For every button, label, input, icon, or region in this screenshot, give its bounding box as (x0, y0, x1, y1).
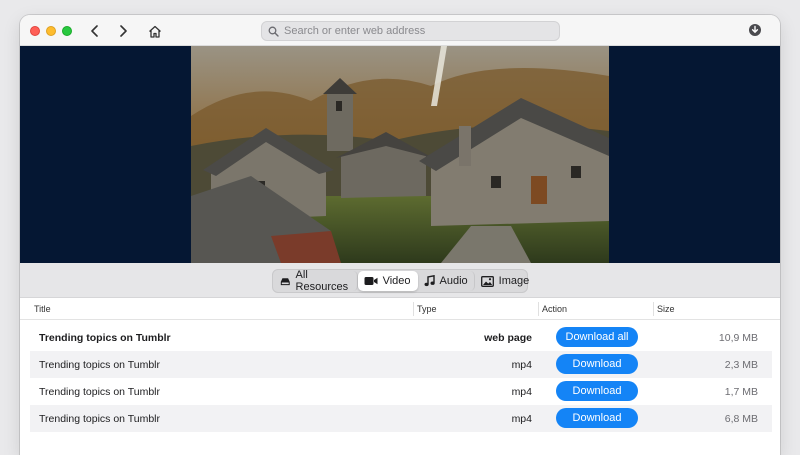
media-preview (20, 46, 780, 263)
column-header-title[interactable]: Title (34, 304, 51, 314)
row-title: Trending topics on Tumblr (39, 413, 161, 425)
preview-image[interactable] (191, 46, 609, 263)
hard-drive-icon (280, 277, 290, 285)
resource-filter-bar: All Resources Video Audio Image (20, 263, 780, 298)
column-divider[interactable] (653, 302, 654, 316)
download-all-button[interactable]: Download all (556, 327, 638, 347)
table-row[interactable]: Trending topics on Tumblr mp4 Download 2… (30, 351, 772, 378)
resource-type-segmented-control: All Resources Video Audio Image (272, 269, 529, 293)
column-header-type[interactable]: Type (417, 304, 437, 314)
back-button[interactable] (85, 21, 105, 41)
tab-audio[interactable]: Audio (418, 271, 475, 291)
address-input[interactable] (284, 25, 544, 37)
tab-video-label: Video (382, 275, 411, 287)
village-photo (191, 46, 609, 263)
column-divider[interactable] (538, 302, 539, 316)
row-size: 10,9 MB (718, 332, 758, 344)
minimize-window-button[interactable] (46, 26, 56, 36)
table-row[interactable]: Trending topics on Tumblr mp4 Download 1… (30, 378, 772, 405)
forward-button[interactable] (113, 21, 133, 41)
video-camera-icon (364, 277, 378, 285)
column-header-action[interactable]: Action (542, 304, 567, 314)
row-size: 1,7 MB (724, 386, 758, 398)
download-button[interactable]: Download (556, 408, 638, 428)
table-row[interactable]: Trending topics on Tumblr web page Downl… (30, 324, 772, 351)
table-row[interactable]: Trending topics on Tumblr mp4 Download 6… (30, 405, 772, 432)
row-type: mp4 (511, 413, 532, 425)
table-header: Title Type Action Size (20, 298, 780, 320)
tab-all-resources-label: All Resources (295, 269, 349, 293)
music-note-icon (424, 275, 435, 287)
tab-image-label: Image (498, 275, 530, 287)
home-button[interactable] (145, 21, 165, 41)
close-window-button[interactable] (30, 26, 40, 36)
toolbar (20, 15, 780, 46)
downloads-button[interactable] (748, 23, 764, 39)
chevron-right-icon (120, 25, 127, 37)
browser-window: All Resources Video Audio Image Title Ty… (20, 15, 780, 455)
row-title: Trending topics on Tumblr (39, 359, 161, 371)
row-size: 2,3 MB (724, 359, 758, 371)
chevron-left-icon (91, 25, 98, 37)
row-type: web page (484, 332, 532, 344)
tab-video[interactable]: Video (357, 271, 418, 291)
download-circle-icon (749, 24, 761, 36)
tab-all-resources[interactable]: All Resources (274, 269, 358, 293)
tab-image[interactable]: Image (475, 271, 536, 291)
tab-audio-label: Audio (439, 275, 468, 287)
address-bar[interactable] (261, 21, 560, 41)
row-type: mp4 (511, 359, 532, 371)
row-title: Trending topics on Tumblr (39, 386, 161, 398)
resource-list: Trending topics on Tumblr web page Downl… (30, 324, 772, 432)
row-type: mp4 (511, 386, 532, 398)
download-button[interactable]: Download (556, 354, 638, 374)
column-divider[interactable] (413, 302, 414, 316)
row-size: 6,8 MB (724, 413, 758, 425)
magnifier-icon (268, 26, 279, 37)
row-title: Trending topics on Tumblr (39, 332, 171, 344)
home-icon (149, 25, 161, 38)
maximize-window-button[interactable] (62, 26, 72, 36)
photo-icon (480, 275, 494, 287)
download-button[interactable]: Download (556, 381, 638, 401)
column-header-size[interactable]: Size (657, 304, 675, 314)
